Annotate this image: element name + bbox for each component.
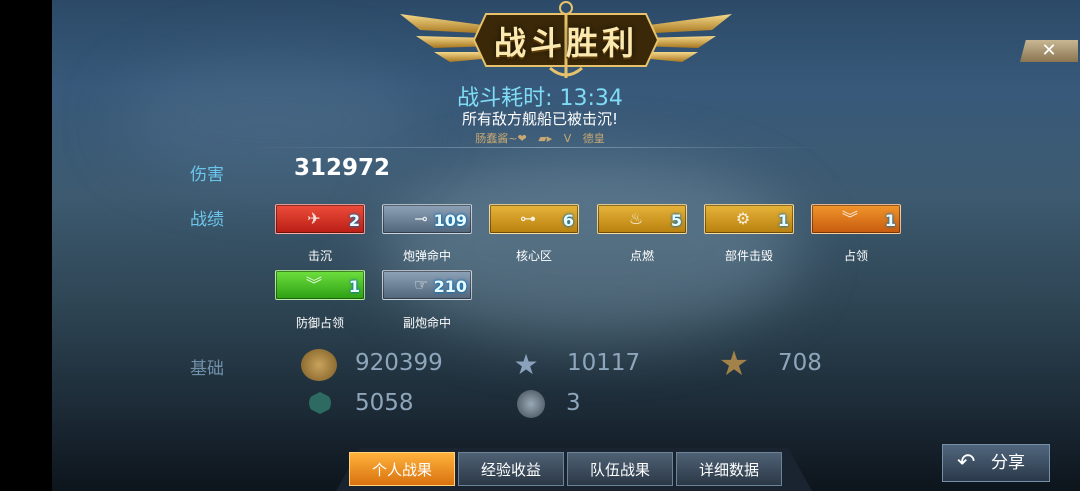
- badge-count: 2: [348, 211, 360, 230]
- player-line: 肠蠢酱~❤ ▰▸ V 德皇: [0, 130, 1080, 146]
- aircraft-icon: ✈: [307, 209, 321, 228]
- base-value: 3: [566, 390, 581, 416]
- coin-icon: [301, 349, 337, 381]
- divider: [250, 147, 830, 148]
- badge-label: 副炮命中: [402, 316, 451, 330]
- tab-team-result[interactable]: 队伍战果: [567, 452, 673, 486]
- ship-core-icon: ⊶: [520, 209, 536, 228]
- base-label: 基础: [190, 359, 224, 379]
- player-mid-name: V: [563, 132, 572, 145]
- result-tabs: 个人战果 经验收益 队伍战果 详细数据: [336, 448, 812, 491]
- token-icon: [517, 390, 545, 418]
- badge-capture[interactable]: ︾ 1: [811, 204, 901, 234]
- battle-result-screen: 战斗胜利 ✕ 战斗耗时: 13:34 所有敌方舰船已被击沉! 肠蠢酱~❤ ▰▸ …: [0, 0, 1080, 491]
- gear-icon: ⚙: [735, 209, 751, 228]
- rank-star-icon: ★: [718, 344, 750, 384]
- flag-icon: ▰▸: [538, 132, 553, 145]
- share-label: 分享: [991, 453, 1025, 473]
- share-button[interactable]: ↶ 分享: [942, 444, 1050, 482]
- tab-exp-gain[interactable]: 经验收益: [458, 452, 564, 486]
- record-label: 战绩: [190, 210, 224, 230]
- damage-value: 312972: [294, 155, 391, 181]
- badge-label: 防御占领: [295, 316, 344, 330]
- fire-icon: ♨: [628, 209, 644, 228]
- badge-core[interactable]: ⊶ 6: [489, 204, 579, 234]
- badge-label: 占领: [843, 249, 868, 263]
- badge-shell-hit[interactable]: ⊸ 109: [382, 204, 472, 234]
- return-arrow-icon: ↶: [957, 450, 976, 475]
- badge-part-destroy[interactable]: ⚙ 1: [704, 204, 794, 234]
- result-message: 所有敌方舰船已被击沉!: [461, 110, 618, 128]
- badge-label: 部件击毁: [724, 249, 773, 263]
- base-value: 708: [778, 350, 822, 376]
- tab-detail-data[interactable]: 详细数据: [676, 452, 782, 486]
- close-button[interactable]: ✕: [1020, 40, 1078, 62]
- victory-banner: 战斗胜利: [400, 0, 732, 80]
- badge-count: 210: [433, 277, 467, 296]
- badge-count: 1: [348, 277, 360, 296]
- badge-label: 击沉: [307, 249, 332, 263]
- base-value: 920399: [355, 350, 443, 376]
- badge-sink[interactable]: ✈ 2: [275, 204, 365, 234]
- badge-label: 点燃: [629, 249, 654, 263]
- badge-ignite[interactable]: ♨ 5: [597, 204, 687, 234]
- badge-count: 5: [670, 211, 682, 230]
- star-icon: ★: [513, 348, 539, 381]
- badge-label: 核心区: [515, 249, 552, 263]
- badge-count: 1: [884, 211, 896, 230]
- victory-title: 战斗胜利: [493, 24, 638, 62]
- chevron-icon: ︾: [841, 209, 858, 228]
- left-bar: [0, 0, 52, 491]
- base-value: 10117: [567, 350, 641, 376]
- tab-personal-result[interactable]: 个人战果: [349, 452, 455, 486]
- base-value: 5058: [355, 390, 414, 416]
- damage-label: 伤害: [190, 165, 224, 185]
- player-left-name: 肠蠢酱~❤: [475, 132, 527, 145]
- badge-count: 1: [777, 211, 789, 230]
- badge-defend[interactable]: ︾ 1: [275, 270, 365, 300]
- chevron-icon: ︾: [305, 275, 322, 294]
- player-right-name: 德皇: [582, 132, 605, 145]
- badge-secondary-hit[interactable]: ☞ 210: [382, 270, 472, 300]
- badge-count: 6: [562, 211, 574, 230]
- badge-label: 炮弹命中: [402, 249, 451, 263]
- badge-count: 109: [433, 211, 467, 230]
- exp-icon: [309, 392, 331, 414]
